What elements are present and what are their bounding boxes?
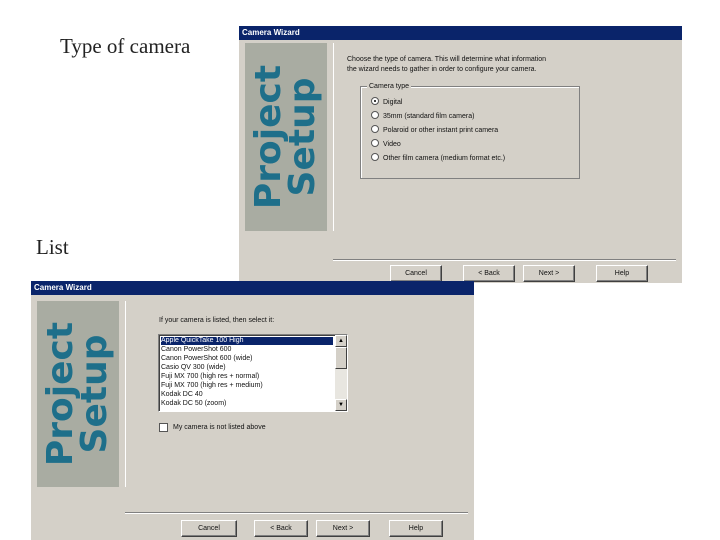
not-listed-checkbox-label[interactable]: My camera is not listed above bbox=[173, 423, 266, 432]
banner-title: Project Setup bbox=[39, 321, 115, 467]
camera-listbox[interactable]: Apple QuickTake 100 High Canon PowerShot… bbox=[158, 334, 348, 412]
back-button[interactable]: < Back bbox=[463, 265, 515, 282]
list-item[interactable]: Fuji MX 700 (high res + normal) bbox=[161, 373, 259, 381]
radio-button-icon[interactable] bbox=[371, 111, 379, 120]
project-setup-banner: Project Setup bbox=[245, 43, 327, 231]
radio-button-icon[interactable] bbox=[371, 139, 379, 148]
radio-option-other-film[interactable]: Other film camera (medium format etc.) bbox=[371, 153, 505, 163]
banner-title: Project Setup bbox=[247, 64, 323, 210]
list-scrollbar[interactable]: ▲ ▼ bbox=[335, 335, 347, 411]
scroll-up-arrow-icon[interactable]: ▲ bbox=[335, 335, 347, 347]
project-setup-banner: Project Setup bbox=[37, 301, 119, 487]
camera-type-group-label: Camera type bbox=[367, 82, 412, 91]
instruction-line-1: Choose the type of camera. This will det… bbox=[347, 56, 547, 63]
radio-button-icon[interactable] bbox=[371, 153, 379, 162]
camera-type-group: Camera type Digital 35mm (standard film … bbox=[360, 82, 580, 179]
list-item[interactable]: Canon PowerShot 600 (wide) bbox=[161, 355, 252, 363]
not-listed-checkbox[interactable] bbox=[159, 423, 168, 432]
instruction-line-2: the wizard needs to gather in order to c… bbox=[347, 66, 537, 73]
list-item[interactable]: Fuji MX 700 (high res + medium) bbox=[161, 382, 263, 390]
scroll-down-arrow-icon[interactable]: ▼ bbox=[335, 399, 347, 411]
radio-option-polaroid[interactable]: Polaroid or other instant print camera bbox=[371, 125, 498, 135]
button-separator bbox=[333, 259, 676, 261]
next-button[interactable]: Next > bbox=[316, 520, 370, 537]
next-button[interactable]: Next > bbox=[523, 265, 575, 282]
camera-wizard-window-list: Camera Wizard Project Setup If your came… bbox=[31, 281, 474, 540]
cancel-button[interactable]: Cancel bbox=[181, 520, 237, 537]
scroll-thumb[interactable] bbox=[335, 347, 347, 369]
cancel-button[interactable]: Cancel bbox=[390, 265, 442, 282]
list-instruction: If your camera is listed, then select it… bbox=[159, 317, 275, 324]
radio-option-digital[interactable]: Digital bbox=[371, 97, 402, 107]
banner-divider bbox=[333, 43, 334, 231]
help-button[interactable]: Help bbox=[389, 520, 443, 537]
window-title-bar: Camera Wizard bbox=[31, 281, 474, 295]
window-title-bar: Camera Wizard bbox=[239, 26, 682, 40]
list-item[interactable]: Casio QV 300 (wide) bbox=[161, 364, 226, 372]
slide-label-list: List bbox=[36, 235, 69, 259]
list-item[interactable]: Canon PowerShot 600 bbox=[161, 346, 231, 354]
radio-button-icon[interactable] bbox=[371, 125, 379, 134]
list-item[interactable]: Apple QuickTake 100 High bbox=[161, 337, 333, 345]
list-item[interactable]: Kodak DC 50 (zoom) bbox=[161, 400, 226, 408]
help-button[interactable]: Help bbox=[596, 265, 648, 282]
back-button[interactable]: < Back bbox=[254, 520, 308, 537]
radio-button-icon[interactable] bbox=[371, 97, 379, 106]
camera-wizard-window-type: Camera Wizard Project Setup Choose the t… bbox=[239, 26, 682, 283]
radio-option-video[interactable]: Video bbox=[371, 139, 401, 149]
banner-divider bbox=[125, 301, 126, 487]
radio-option-35mm[interactable]: 35mm (standard film camera) bbox=[371, 111, 474, 121]
button-separator bbox=[125, 512, 468, 514]
slide-label-type-of-camera: Type of camera bbox=[60, 34, 191, 58]
list-item[interactable]: Kodak DC 40 bbox=[161, 391, 203, 399]
